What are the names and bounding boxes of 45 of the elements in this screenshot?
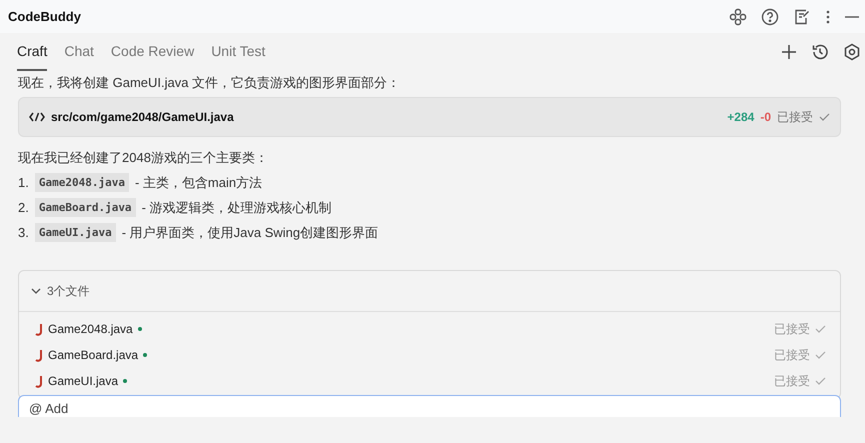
list-number: 2.	[18, 200, 29, 215]
java-file-icon	[35, 374, 43, 388]
summary-text: 现在我已经创建了2048游戏的三个主要类：	[18, 149, 269, 167]
class-name: GameBoard.java	[34, 198, 136, 217]
status-label: 已接受	[774, 346, 810, 364]
tab[interactable]: Code Review	[110, 33, 194, 71]
code-icon	[29, 112, 45, 122]
list-number: 1.	[18, 175, 29, 190]
chevron-icon[interactable]	[31, 288, 41, 294]
class-name: GameUI.java	[34, 223, 116, 242]
tab[interactable]: Unit Test	[211, 33, 266, 71]
file-name[interactable]: GameBoard.java	[48, 348, 138, 362]
java-file-icon	[35, 348, 43, 362]
check-icon	[819, 113, 830, 121]
added-count: +284	[727, 110, 754, 124]
check-icon	[815, 377, 826, 385]
check-icon	[815, 325, 826, 333]
list-number: 3.	[18, 225, 29, 240]
class-description: - 主类，包含main方法	[134, 174, 262, 192]
check-icon	[815, 351, 826, 359]
class-name: Game2048.java	[34, 173, 129, 192]
more-icon[interactable]	[825, 8, 831, 26]
tab[interactable]: Chat	[64, 33, 94, 71]
edit-icon[interactable]	[793, 8, 811, 26]
files-title[interactable]: 3个文件	[47, 282, 90, 300]
status-label: 已接受	[774, 372, 810, 390]
file-name[interactable]: GameUI.java	[48, 374, 118, 388]
plugin-icon[interactable]	[729, 8, 747, 26]
input-field[interactable]: @ Add	[18, 395, 841, 417]
code-file-card[interactable]: src/com/game2048/GameUI.java +284 -0 已接受	[18, 97, 841, 137]
status-label: 已接受	[777, 108, 813, 126]
removed-count: -0	[760, 110, 771, 124]
file-path: src/com/game2048/GameUI.java	[51, 110, 234, 124]
class-description: - 游戏逻辑类，处理游戏核心机制	[142, 198, 332, 216]
class-description: - 用户界面类，使用Java Swing创建图形界面	[122, 224, 378, 242]
add-icon[interactable]	[781, 44, 797, 60]
java-file-icon	[35, 322, 43, 336]
status-label: 已接受	[774, 320, 810, 338]
file-name[interactable]: Game2048.java	[48, 322, 133, 336]
message-text: 现在，我将创建 GameUI.java 文件，它负责游戏的图形界面部分：	[18, 74, 402, 91]
tab[interactable]: Craft	[17, 33, 48, 71]
history-icon[interactable]	[811, 43, 829, 61]
help-icon[interactable]	[761, 8, 779, 26]
app-title: CodeBuddy	[8, 9, 81, 24]
settings-icon[interactable]	[843, 43, 861, 61]
